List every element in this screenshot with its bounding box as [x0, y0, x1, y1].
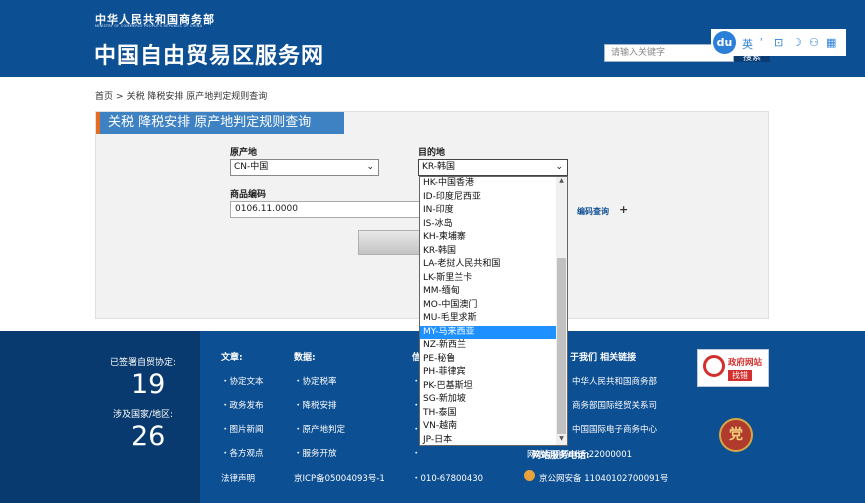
- country-count-label: 涉及国家/地区:: [113, 410, 174, 420]
- reader-icon[interactable]: ⊡: [774, 36, 783, 49]
- destination-select[interactable]: KR-韩国 ⌄: [418, 159, 568, 176]
- destination-select-value: KR-韩国: [422, 162, 456, 172]
- footer-data-heading: 数据:: [294, 353, 316, 363]
- magnifier-icon: [703, 355, 725, 377]
- icp-record[interactable]: 京ICP备05004093号-1: [294, 472, 385, 484]
- footer-link[interactable]: ・协定文本: [221, 375, 264, 387]
- hs-code-label: 商品编码: [230, 190, 267, 200]
- destination-dropdown-list[interactable]: HK-中国香港 ID-印度尼西亚 IN-印度 IS-冰岛 KH-柬埔寨 KR-韩…: [419, 176, 568, 446]
- footer-about-heading: 于我们 相关链接: [570, 353, 637, 363]
- ministry-name-en: MINISTRY OF COMMERCE PEOPLE'S REPUBLIC O…: [95, 24, 203, 28]
- dropdown-option[interactable]: VN-越南: [420, 420, 556, 434]
- dropdown-option[interactable]: MO-中国澳门: [420, 299, 556, 313]
- service-phone: ・010-67800430: [412, 474, 484, 484]
- breadcrumb-separator: >: [116, 92, 124, 102]
- chevron-down-icon: ⌄: [366, 162, 374, 172]
- du-assistant-icon[interactable]: du: [713, 31, 736, 54]
- fta-count-value: 19: [131, 369, 166, 400]
- title-accent-bar: [96, 112, 100, 134]
- breadcrumb-section[interactable]: 关税 降税安排 原产地判定规则查询: [127, 92, 268, 102]
- dropdown-option[interactable]: ID-印度尼西亚: [420, 191, 556, 205]
- dropdown-option[interactable]: PK-巴基斯坦: [420, 380, 556, 394]
- dropdown-option[interactable]: TH-泰国: [420, 407, 556, 421]
- footer-link[interactable]: ・原产地判定: [294, 423, 345, 435]
- footer-link[interactable]: ・政务发布: [221, 399, 264, 411]
- dropdown-option[interactable]: SG-新加坡: [420, 393, 556, 407]
- dropdown-option[interactable]: JP-日本: [420, 434, 556, 446]
- page-title: 关税 降税安排 原产地判定规则查询: [96, 112, 344, 134]
- dropdown-option[interactable]: IS-冰岛: [420, 218, 556, 232]
- police-badge-icon: [524, 470, 535, 481]
- site-title[interactable]: 中国自由贸易区服务网: [94, 38, 324, 70]
- dropdown-option[interactable]: MU-毛里求斯: [420, 312, 556, 326]
- breadcrumb: 首页 > 关税 降税安排 原产地判定规则查询: [95, 89, 270, 102]
- dropdown-option[interactable]: IN-印度: [420, 204, 556, 218]
- footer-link[interactable]: 商务部国际经贸关系司: [572, 399, 657, 411]
- voice-icon[interactable]: ʾ: [760, 36, 763, 49]
- language-toggle[interactable]: 英: [742, 36, 753, 52]
- footer-link[interactable]: ・各方观点: [221, 447, 264, 459]
- country-count-value: 26: [131, 421, 166, 452]
- fta-count-label: 已签署自贸协定:: [110, 358, 177, 368]
- breadcrumb-home[interactable]: 首页: [95, 92, 113, 102]
- footer-link[interactable]: ・降税安排: [294, 399, 337, 411]
- footer-link[interactable]: 中国国际电子商务中心: [572, 423, 657, 435]
- dropdown-option[interactable]: HK-中国香港: [420, 177, 556, 191]
- dropdown-option-highlighted[interactable]: MY-马来西亚: [420, 325, 556, 339]
- footer-link[interactable]: ・: [412, 447, 421, 459]
- footer-link[interactable]: ・服务开放: [294, 447, 337, 459]
- dropdown-option[interactable]: NZ-新西兰: [420, 339, 556, 353]
- night-mode-icon[interactable]: ☽: [792, 36, 802, 49]
- destination-label: 目的地: [418, 148, 446, 158]
- scroll-up-arrow-icon[interactable]: ▲: [556, 177, 567, 184]
- origin-select[interactable]: CN-中国 ⌄: [230, 159, 379, 176]
- site-id: 网站标识码: bm22000001: [527, 450, 633, 460]
- legal-notice-link[interactable]: 法律声明: [221, 472, 255, 484]
- hs-code-input[interactable]: 0106.11.0000: [230, 201, 420, 218]
- dropdown-option[interactable]: KH-柬埔寨: [420, 231, 556, 245]
- origin-select-value: CN-中国: [234, 162, 269, 172]
- police-record[interactable]: 京公网安备 11040102700091号: [539, 472, 668, 484]
- gov-badge-subtitle: 找错: [728, 370, 752, 381]
- grid-icon[interactable]: ▦: [826, 36, 836, 49]
- dropdown-option[interactable]: LK-斯里兰卡: [420, 272, 556, 286]
- plus-icon[interactable]: +: [619, 203, 628, 216]
- origin-label: 原产地: [230, 148, 258, 158]
- user-icon[interactable]: ⚇: [809, 36, 819, 49]
- footer-articles-heading: 文章:: [221, 353, 243, 363]
- chevron-down-icon: ⌄: [555, 162, 563, 172]
- dropdown-scroll-thumb[interactable]: [557, 258, 566, 434]
- footer-link[interactable]: ・协定税率: [294, 375, 337, 387]
- party-emblem-icon[interactable]: 党: [719, 418, 753, 452]
- footer-link[interactable]: ・图片新闻: [221, 423, 264, 435]
- scroll-down-arrow-icon[interactable]: ▼: [556, 435, 567, 442]
- query-button[interactable]: [358, 230, 420, 255]
- dropdown-option[interactable]: PE-秘鲁: [420, 353, 556, 367]
- dropdown-option[interactable]: LA-老挝人民共和国: [420, 258, 556, 272]
- footer-link[interactable]: 中华人民共和国商务部: [572, 375, 657, 387]
- hs-code-lookup-link[interactable]: 编码查询: [577, 206, 609, 217]
- dropdown-option[interactable]: MM-缅甸: [420, 285, 556, 299]
- dropdown-option[interactable]: PH-菲律宾: [420, 366, 556, 380]
- gov-badge-title: 政府网站: [728, 358, 763, 368]
- dropdown-option[interactable]: KR-韩国: [420, 245, 556, 259]
